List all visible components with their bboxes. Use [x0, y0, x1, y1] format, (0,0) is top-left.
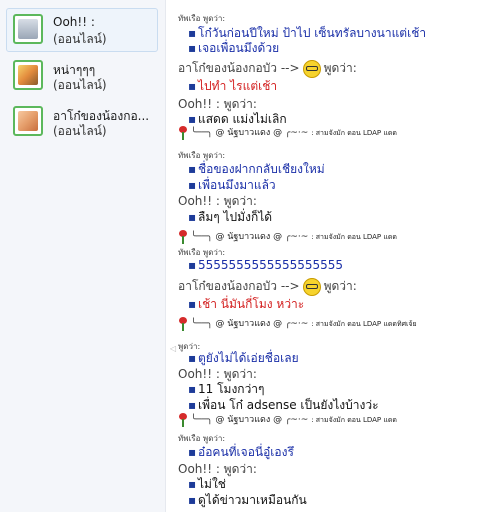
message-line: ▪ 5555555555555555555 — [188, 258, 344, 272]
sender-header: อาโก๋ของน้องกอบัว --> พูดว่า: — [178, 59, 357, 78]
contact-status: (ออนไลน์) — [53, 124, 107, 138]
contact-list: Ooh!! : (ออนไลน์) หน่าๆๆๆ (ออนไลน์) อาโก… — [0, 0, 166, 512]
rose-icon — [178, 125, 188, 140]
contact-status: (ออนไลน์) — [53, 78, 107, 92]
rose-icon — [178, 316, 188, 331]
collapse-arrow-icon[interactable]: ◁ — [170, 344, 176, 353]
contact-name: Ooh!! : — [53, 15, 95, 29]
contact-item-ooh[interactable]: Ooh!! : (ออนไลน์) — [6, 8, 158, 52]
cool-smiley-icon — [302, 277, 321, 296]
message-line: ▪ ดูได้ข่าวมาเหมือนกัน — [188, 493, 307, 507]
chat-history: ทัพเรือ พูดว่า: ▪ โก๋วันก่อนปีใหม่ ป้าไป … — [178, 0, 478, 512]
sender-header: อาโก๋ของน้องกอบัว --> พูดว่า: — [178, 277, 357, 296]
contact-item-ako[interactable]: อาโก๋ของน้องกอ... (ออนไลน์) — [6, 100, 158, 144]
message-line: ▪ ไปทำ ไรแต่เช้า — [188, 79, 278, 93]
rose-icon — [178, 412, 188, 427]
signature-line: ╰──╮ @ นัฐบาวแดง @ ╭~·~ : สามจังมัก ดอน … — [178, 316, 417, 331]
cool-smiley-icon — [302, 59, 321, 78]
message-line: ▪ เช้า นี่มันกี่โมง หว่าะ — [188, 297, 305, 311]
avatar — [13, 106, 43, 136]
contact-item-na[interactable]: หน่าๆๆๆ (ออนไลน์) — [6, 54, 158, 98]
message-line: ▪ เจอเพื่อนมึงด้วย — [188, 41, 280, 55]
rose-icon — [178, 229, 188, 244]
signature-line: ╰──╮ @ นัฐบาวแดง @ ╭~·~ : สามจังมัก ดอน … — [178, 229, 397, 244]
signature-line: ╰──╮ @ นัฐบาวแดง @ ╭~·~ : สามจังมัก ดอน … — [178, 412, 397, 427]
signature-line: ╰──╮ @ นัฐบาวแดง @ ╭~·~ : สามจังมัก ดอน … — [178, 125, 397, 140]
contact-status: (ออนไลน์) — [53, 32, 107, 46]
avatar — [13, 14, 43, 44]
avatar — [13, 60, 43, 90]
message-line: ▪ ลืมๆ ไปมั่งก็ได้ — [188, 210, 273, 224]
